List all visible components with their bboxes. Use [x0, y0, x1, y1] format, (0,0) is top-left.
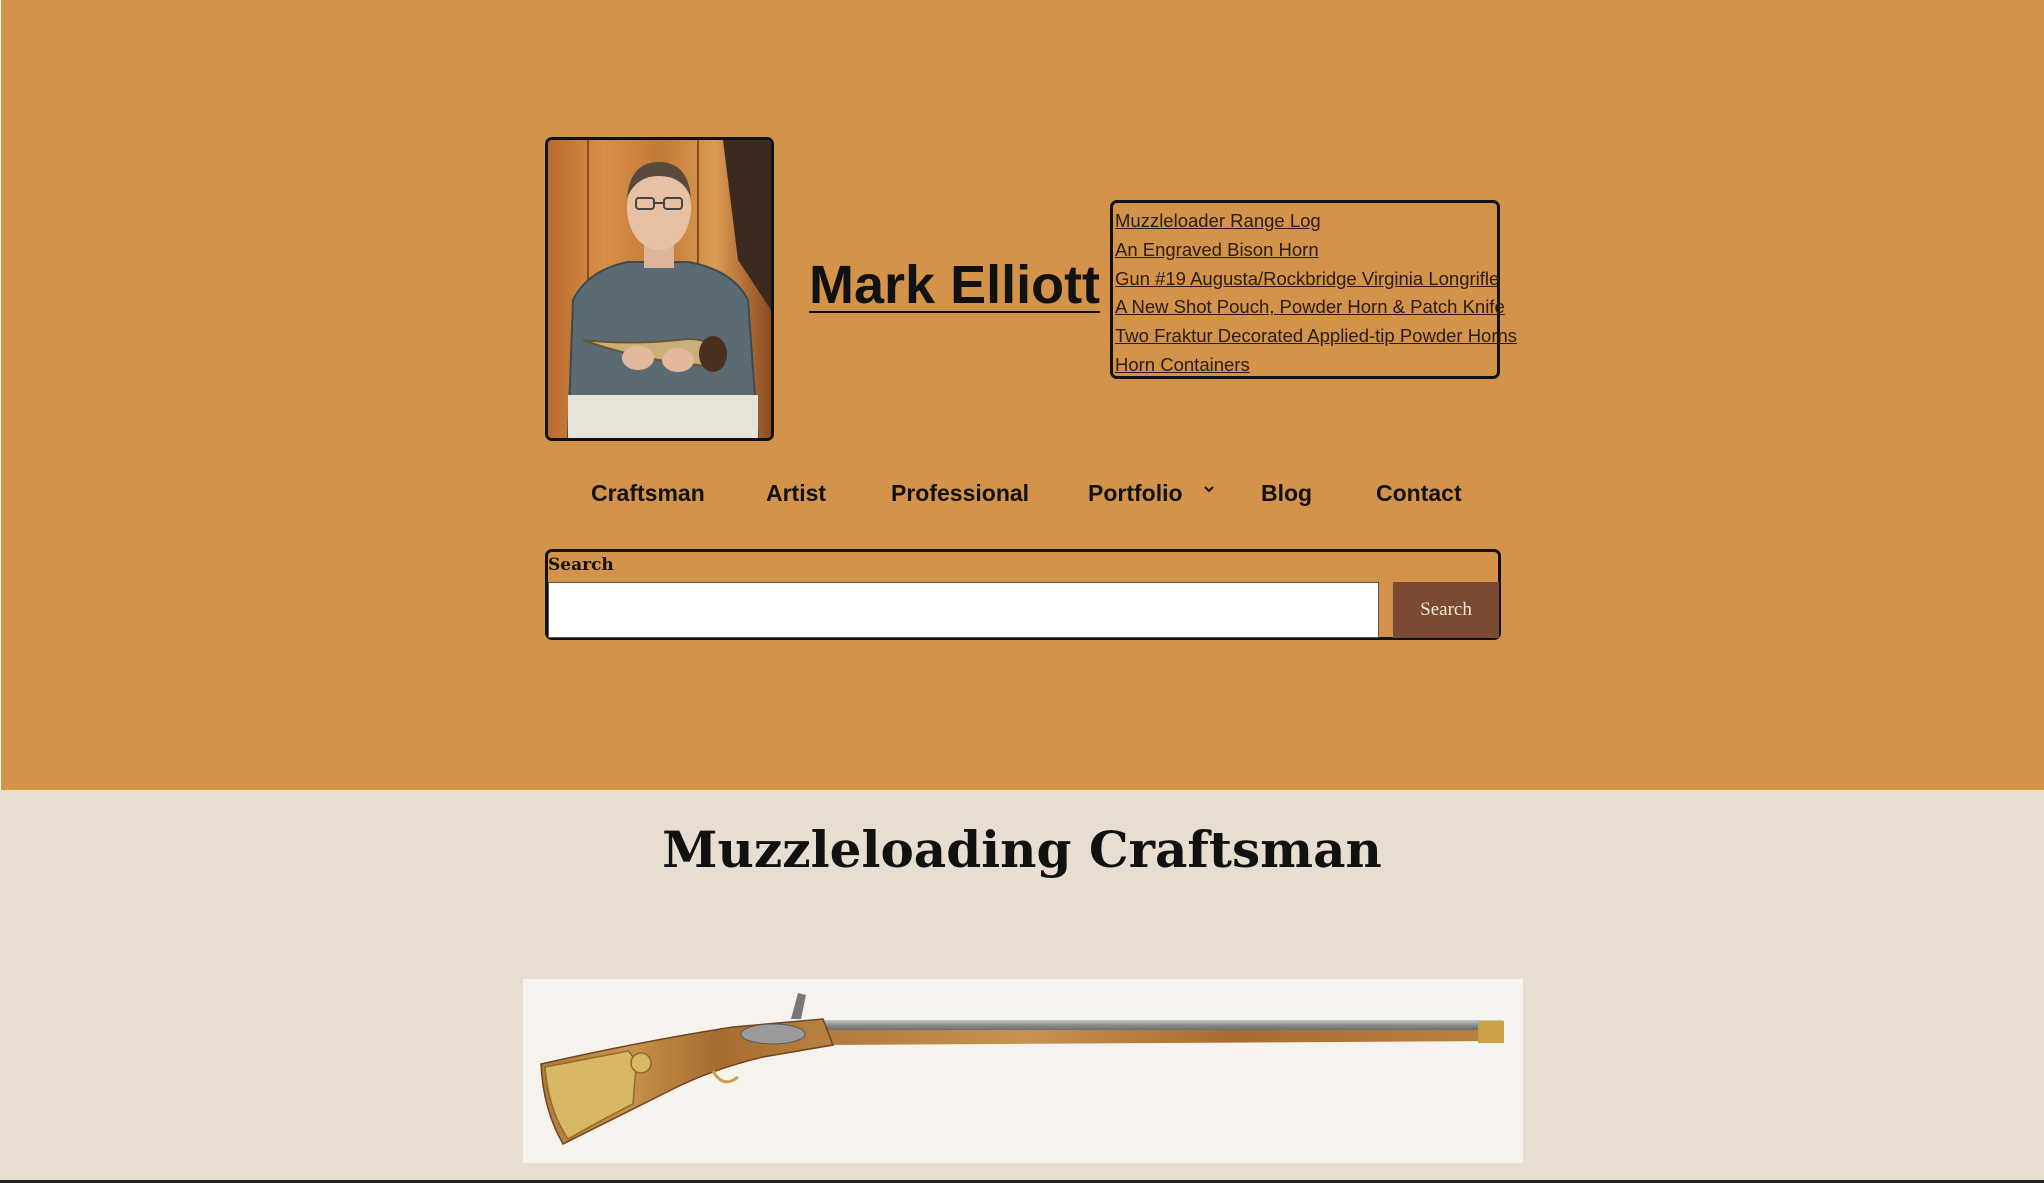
latest-posts-list: Muzzleloader Range Log An Engraved Bison…	[1110, 200, 1517, 380]
page-title: Muzzleloading Craftsman	[662, 820, 1382, 879]
nav-item-blog[interactable]: Blog	[1261, 480, 1312, 507]
latest-post-link[interactable]: A New Shot Pouch, Powder Horn & Patch Kn…	[1115, 293, 1505, 322]
nav-item-contact[interactable]: Contact	[1376, 480, 1462, 507]
chevron-down-icon[interactable]	[1203, 482, 1215, 500]
nav-item-artist[interactable]: Artist	[766, 480, 826, 507]
nav-item-professional[interactable]: Professional	[891, 480, 1029, 507]
latest-post-link[interactable]: Horn Containers	[1115, 351, 1497, 380]
latest-post-link[interactable]: An Engraved Bison Horn	[1115, 236, 1497, 265]
latest-post-link[interactable]: Muzzleloader Range Log	[1115, 207, 1497, 236]
rifle-image	[523, 979, 1523, 1163]
search-label: Search	[548, 555, 614, 575]
author-portrait[interactable]	[545, 137, 774, 441]
nav-item-craftsman[interactable]: Craftsman	[591, 480, 705, 507]
search-form: Search Search	[545, 549, 1501, 640]
site-header	[0, 0, 2044, 790]
search-button[interactable]: Search	[1393, 582, 1499, 638]
portrait-image	[548, 140, 771, 438]
nav-item-portfolio[interactable]: Portfolio	[1088, 480, 1183, 507]
site-title[interactable]: Mark Elliott	[809, 255, 1100, 315]
latest-post-link[interactable]: Gun #19 Augusta/Rockbridge Virginia Long…	[1115, 265, 1499, 294]
main-navigation: Craftsman Artist Professional Portfolio …	[0, 480, 2044, 512]
longrifle-illustration	[540, 993, 1504, 1145]
latest-post-link[interactable]: Two Fraktur Decorated Applied-tip Powder…	[1115, 322, 1517, 351]
search-input[interactable]	[548, 582, 1379, 638]
